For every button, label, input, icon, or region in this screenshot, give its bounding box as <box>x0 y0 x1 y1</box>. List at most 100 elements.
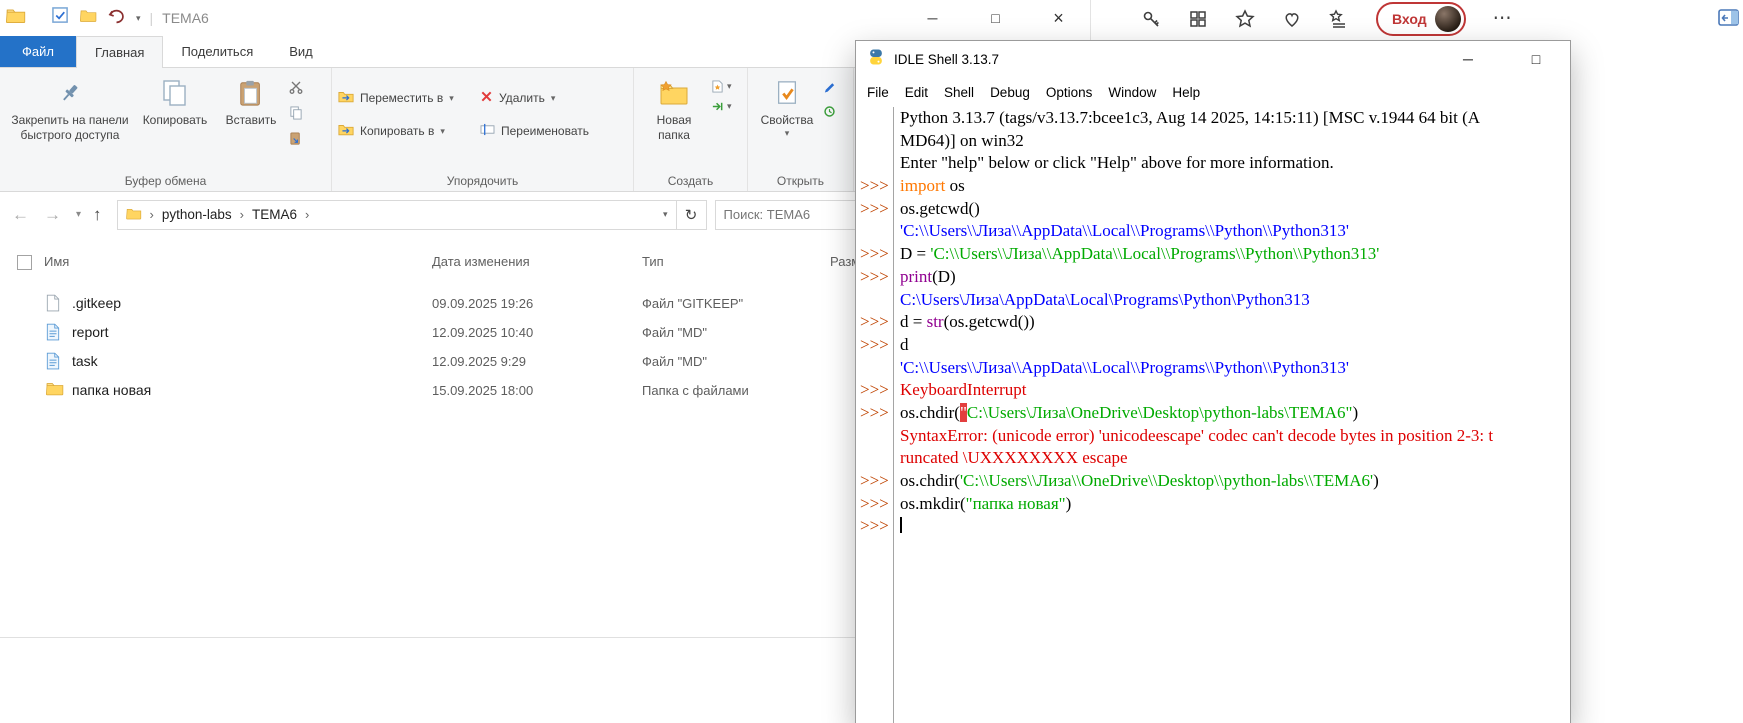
select-all-checkbox[interactable] <box>17 255 32 270</box>
shell-prompt <box>856 447 893 470</box>
idle-window-controls: ─ □ <box>1448 41 1556 78</box>
collections-icon[interactable] <box>1329 9 1349 29</box>
properties-button[interactable]: Свойства ▾ <box>754 73 820 142</box>
file-icon <box>46 294 60 315</box>
refresh-button[interactable]: ↻ <box>677 200 707 230</box>
menu-options[interactable]: Options <box>1038 85 1101 100</box>
sidebar-toggle-icon[interactable] <box>1718 8 1740 33</box>
shell-prompt <box>856 107 893 130</box>
shell-line: >>>print(D) <box>856 266 1570 289</box>
shell-line: Python 3.13.7 (tags/v3.13.7:bcee1c3, Aug… <box>856 107 1570 130</box>
undo-icon[interactable] <box>108 7 125 29</box>
tab-file[interactable]: Файл <box>0 36 76 67</box>
shell-prompt: >>> <box>856 243 893 266</box>
up-icon[interactable]: ↑ <box>93 205 102 225</box>
shell-prompt <box>856 289 893 312</box>
crumb-chevron-icon[interactable]: › <box>305 207 309 222</box>
edit-icon[interactable] <box>823 80 836 98</box>
crumb-python-labs[interactable]: python-labs <box>162 207 232 222</box>
minimize-button[interactable]: ─ <box>901 0 964 36</box>
tab-view[interactable]: Вид <box>271 36 331 67</box>
column-header-name[interactable]: Имя <box>44 254 69 269</box>
signin-label: Вход <box>1392 11 1427 27</box>
menu-help[interactable]: Help <box>1164 85 1208 100</box>
shell-line: >>>d = str(os.getcwd()) <box>856 311 1570 334</box>
menu-shell[interactable]: Shell <box>936 85 982 100</box>
new-folder-qat-icon[interactable] <box>80 8 97 28</box>
favorites-star-icon[interactable] <box>1235 9 1255 29</box>
rename-icon <box>480 123 495 139</box>
paste-icon <box>237 76 265 110</box>
copy-to-button[interactable]: Копировать в ▾ <box>338 123 480 139</box>
pin-icon <box>58 76 82 110</box>
shell-prompt: >>> <box>856 470 893 493</box>
breadcrumb[interactable]: › python-labs › ТЕМА6 › ▾ <box>117 200 677 230</box>
paste-shortcut-icon[interactable] <box>289 132 303 151</box>
address-dropdown-icon[interactable]: ▾ <box>663 209 668 220</box>
crumb-chevron-icon[interactable]: › <box>240 207 244 222</box>
refresh-icon: ↻ <box>685 206 698 224</box>
easy-access-caret-icon: ▾ <box>727 101 732 112</box>
shell-line: >>>KeyboardInterrupt <box>856 379 1570 402</box>
copy-button[interactable]: Копировать <box>134 73 216 131</box>
more-options-icon[interactable]: ⋯ <box>1493 7 1513 30</box>
browser-essentials-icon[interactable] <box>1282 9 1302 29</box>
shell-prompt: >>> <box>856 266 893 289</box>
menu-window[interactable]: Window <box>1100 85 1164 100</box>
menu-debug[interactable]: Debug <box>982 85 1038 100</box>
shell-text-area[interactable]: Python 3.13.7 (tags/v3.13.7:bcee1c3, Aug… <box>856 107 1570 723</box>
file-type: Файл "GITKEEP" <box>642 296 743 311</box>
menu-file[interactable]: File <box>859 85 897 100</box>
paste-button[interactable]: Вставить <box>216 73 286 131</box>
passwords-key-icon[interactable] <box>1141 9 1161 29</box>
shell-prompt <box>856 130 893 153</box>
tab-home[interactable]: Главная <box>76 36 163 68</box>
file-name: папка новая <box>72 382 151 398</box>
close-button[interactable]: × <box>1027 0 1090 36</box>
properties-check-icon[interactable] <box>52 7 69 29</box>
avatar[interactable] <box>1435 6 1461 32</box>
search-input[interactable]: Поиск: ТЕМА6 <box>715 200 865 230</box>
column-header-date[interactable]: Дата изменения <box>432 254 530 269</box>
idle-minimize-button[interactable]: ─ <box>1448 41 1488 78</box>
shell-line: MD64)] on win32 <box>856 130 1570 153</box>
easy-access-button[interactable]: ▾ <box>711 100 732 113</box>
search-placeholder: Поиск: ТЕМА6 <box>724 207 811 222</box>
title-separator: | <box>150 10 154 26</box>
copy-path-icon[interactable] <box>289 106 303 125</box>
copy-to-caret-icon: ▾ <box>440 126 445 137</box>
back-icon[interactable]: ← <box>12 205 29 225</box>
file-type: Файл "MD" <box>642 354 707 369</box>
explorer-app-icon <box>6 7 26 29</box>
shell-prompt: >>> <box>856 175 893 198</box>
delete-label: Удалить <box>499 91 545 105</box>
crumb-tema6[interactable]: ТЕМА6 <box>252 207 297 222</box>
history-icon[interactable] <box>823 105 836 123</box>
open-mini-buttons <box>823 80 836 123</box>
copy-label: Копировать <box>143 113 208 128</box>
shell-prompt <box>856 425 893 448</box>
qat-chevron-icon[interactable]: ▾ <box>136 13 141 24</box>
properties-caret-icon: ▾ <box>785 128 790 139</box>
idle-maximize-button[interactable]: □ <box>1516 41 1556 78</box>
maximize-button[interactable]: □ <box>964 0 1027 36</box>
copy-to-label: Копировать в <box>360 124 434 138</box>
signin-button[interactable]: Вход <box>1376 2 1466 36</box>
cut-icon[interactable] <box>289 80 303 99</box>
tab-share[interactable]: Поделиться <box>163 36 271 67</box>
shell-line: >>>D = 'C:\\Users\\Лиза\\AppData\\Local\… <box>856 243 1570 266</box>
idle-title: IDLE Shell 3.13.7 <box>894 52 999 67</box>
shell-line: >>> <box>856 515 1570 538</box>
delete-button[interactable]: Удалить ▾ <box>480 90 630 106</box>
shell-prompt <box>856 152 893 175</box>
recent-locations-icon[interactable]: ▾ <box>76 209 81 220</box>
new-folder-button[interactable]: Новая папка <box>640 73 708 146</box>
apps-grid-icon[interactable] <box>1188 9 1208 29</box>
column-header-type[interactable]: Тип <box>642 254 664 269</box>
forward-icon[interactable]: → <box>44 205 61 225</box>
move-to-button[interactable]: Переместить в ▾ <box>338 90 480 106</box>
pin-to-quick-access-button[interactable]: Закрепить на панели быстрого доступа <box>6 73 134 146</box>
new-item-button[interactable]: ▾ <box>711 80 732 93</box>
rename-button[interactable]: Переименовать <box>480 123 630 139</box>
menu-edit[interactable]: Edit <box>897 85 936 100</box>
